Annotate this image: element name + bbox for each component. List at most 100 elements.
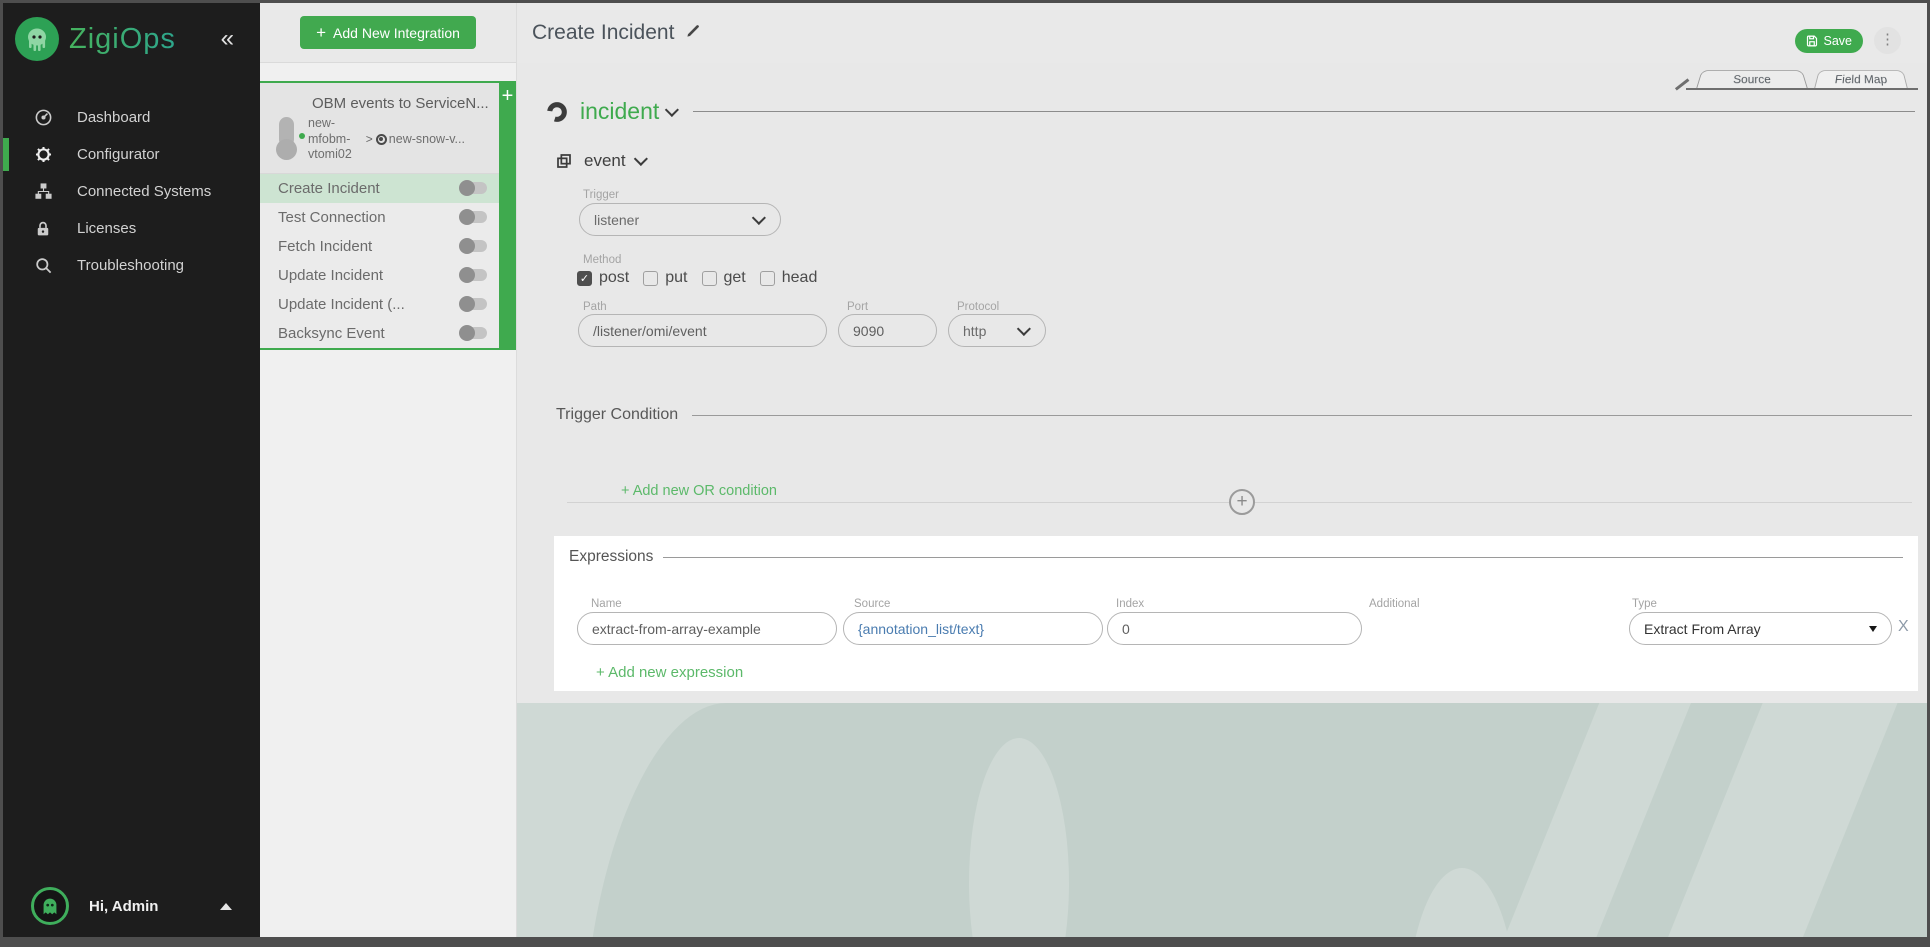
chevron-down-icon[interactable] [633, 152, 647, 166]
main-header: Create Incident Save ⋮ [517, 3, 1927, 63]
target-dot-icon [376, 134, 387, 145]
protocol-value: http [963, 323, 986, 339]
path-input[interactable] [593, 323, 812, 339]
add-new-integration-label: Add New Integration [333, 25, 460, 41]
checkbox-icon[interactable] [760, 271, 775, 286]
action-update-incident-2[interactable]: Update Incident (... [260, 290, 499, 319]
expressions-title: Expressions [569, 548, 653, 566]
type-value: Extract From Array [1644, 621, 1761, 637]
trigger-condition-header: Trigger Condition [556, 406, 1912, 424]
add-expression-link[interactable]: + Add new expression [596, 664, 743, 681]
method-put[interactable]: put [643, 269, 687, 287]
chevron-down-icon[interactable] [665, 102, 679, 116]
incident-section-title: incident [580, 98, 659, 125]
sidebar-item-configurator[interactable]: Configurator [3, 136, 260, 173]
toggle-backsync-event[interactable] [461, 327, 487, 339]
trigger-value: listener [594, 212, 639, 228]
integration-card[interactable]: OBM events to ServiceN... new- mfobm- vt… [260, 83, 516, 173]
action-backsync-event[interactable]: Backsync Event [260, 319, 499, 348]
add-or-condition-link[interactable]: + Add new OR condition [621, 483, 777, 499]
port-label: Port [847, 301, 868, 313]
incident-section-header[interactable]: incident [546, 98, 1915, 125]
trigger-dropdown[interactable]: listener [579, 203, 781, 236]
method-get[interactable]: get [702, 269, 746, 287]
sidebar-collapse-icon[interactable]: « [221, 25, 234, 53]
action-test-connection[interactable]: Test Connection [260, 203, 499, 232]
save-icon [1806, 35, 1818, 47]
event-icon [556, 153, 572, 169]
tab-underline [1686, 88, 1918, 91]
add-action-strip[interactable]: + [499, 83, 516, 348]
sidebar-item-dashboard[interactable]: Dashboard [3, 99, 260, 136]
divider [663, 557, 1903, 558]
port-input-wrap [838, 314, 937, 347]
method-post[interactable]: ✓ post [577, 269, 629, 287]
integration-source-icon [279, 117, 294, 147]
main-content: Create Incident Save ⋮ Source Field Map … [516, 3, 1927, 937]
toggle-fetch-incident[interactable] [461, 240, 487, 252]
user-menu-caret-icon[interactable] [220, 903, 232, 910]
sidebar: ZigiOps « Dashboard Configurator Connect… [3, 3, 260, 937]
sidebar-item-licenses[interactable]: Licenses [3, 210, 260, 247]
checkbox-icon[interactable] [643, 271, 658, 286]
remove-expression-button[interactable]: X [1898, 618, 1909, 636]
integrations-panel: + Add New Integration + OBM events to Se… [260, 3, 516, 937]
event-section-header[interactable]: event [556, 151, 648, 171]
action-fetch-incident[interactable]: Fetch Incident [260, 232, 499, 261]
port-input[interactable] [853, 323, 922, 339]
sidebar-item-troubleshooting[interactable]: Troubleshooting [3, 247, 260, 284]
sidebar-item-label: Licenses [77, 220, 136, 237]
sidebar-item-label: Dashboard [77, 109, 150, 126]
source-input-wrap [843, 612, 1103, 645]
brand-name: ZigiOps [69, 23, 176, 56]
method-label: Method [583, 254, 621, 266]
toggle-update-incident-2[interactable] [461, 298, 487, 310]
method-head[interactable]: head [760, 269, 818, 287]
edit-title-icon[interactable] [686, 23, 701, 43]
expressions-panel: Expressions Name Source Index Additional… [554, 536, 1918, 691]
troubleshooting-icon [33, 256, 53, 276]
expression-type-select[interactable]: Extract From Array [1629, 612, 1892, 645]
tab-bar: Source Field Map [1686, 66, 1918, 89]
selected-integration-block: + OBM events to ServiceN... new- mfobm- … [260, 81, 516, 350]
index-input-wrap [1107, 612, 1362, 645]
save-button[interactable]: Save [1795, 29, 1864, 53]
action-update-incident[interactable]: Update Incident [260, 261, 499, 290]
protocol-dropdown[interactable]: http [948, 314, 1046, 347]
add-new-integration-button[interactable]: + Add New Integration [300, 16, 476, 49]
sidebar-item-label: Configurator [77, 146, 160, 163]
licenses-icon [33, 219, 53, 239]
decorative-footer [517, 703, 1927, 937]
expression-source-input[interactable] [858, 621, 1088, 637]
sidebar-item-connected-systems[interactable]: Connected Systems [3, 173, 260, 210]
configurator-icon [33, 145, 53, 165]
toggle-create-incident[interactable] [461, 182, 487, 194]
user-greeting: Hi, Admin [89, 898, 158, 915]
index-label: Index [1116, 598, 1144, 610]
checkbox-icon[interactable] [702, 271, 717, 286]
tab-field-map[interactable]: Field Map [1814, 70, 1908, 89]
method-checkbox-group: ✓ post put get head [577, 269, 817, 287]
user-row[interactable]: Hi, Admin [3, 887, 260, 925]
expression-name-input[interactable] [592, 621, 822, 637]
toggle-update-incident[interactable] [461, 269, 487, 281]
more-options-button[interactable]: ⋮ [1874, 27, 1901, 54]
sidebar-item-label: Connected Systems [77, 183, 211, 200]
expression-index-input[interactable] [1122, 621, 1347, 637]
integration-source-system: new- mfobm- vtomi02 [308, 116, 352, 163]
incident-icon [546, 101, 568, 123]
toggle-test-connection[interactable] [461, 211, 487, 223]
additional-label: Additional [1369, 598, 1420, 610]
status-dot-green [299, 133, 305, 139]
tab-source[interactable]: Source [1696, 70, 1808, 89]
checkbox-checked-icon[interactable]: ✓ [577, 271, 592, 286]
path-label: Path [583, 301, 607, 313]
save-label: Save [1824, 34, 1853, 48]
add-section-button[interactable]: + [1229, 489, 1255, 515]
logo-row: ZigiOps « [3, 3, 260, 71]
path-input-wrap [578, 314, 827, 347]
integration-target-system: new-snow-v... [376, 132, 465, 146]
action-create-incident[interactable]: Create Incident [260, 174, 499, 203]
source-label: Source [854, 598, 890, 610]
sidebar-nav: Dashboard Configurator Connected Systems… [3, 99, 260, 284]
